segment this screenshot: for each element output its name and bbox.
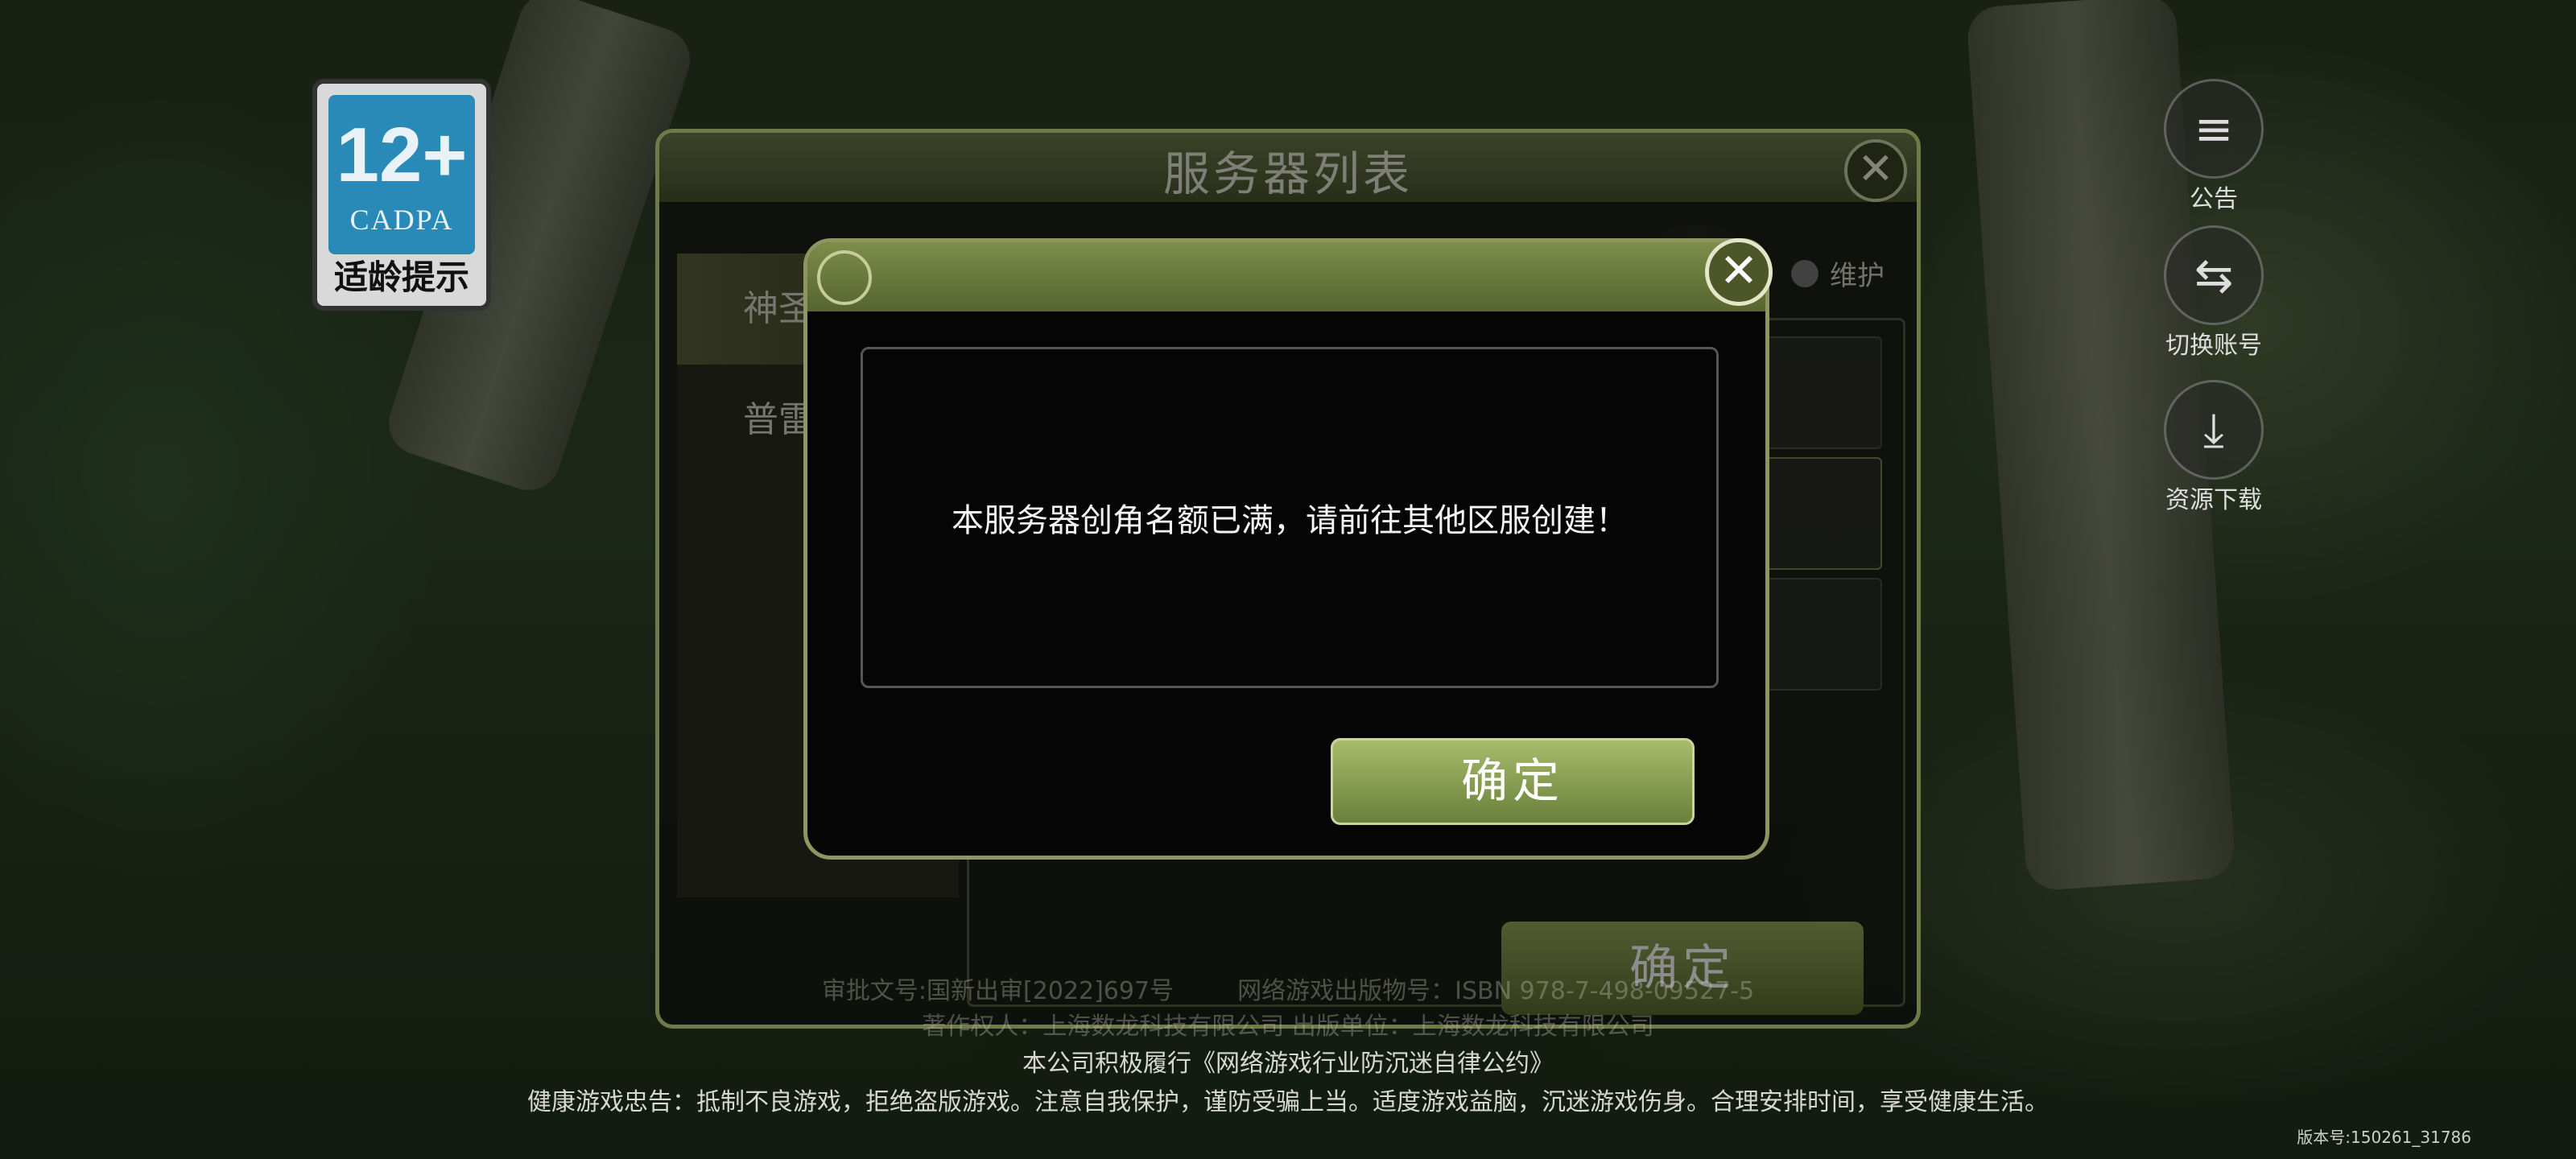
footer-approval-isbn: 审批文号:国新出审[2022]697号 网络游戏出版物号：ISBN 978-7-… [0, 971, 2576, 1006]
footer-isbn: 网络游戏出版物号：ISBN 978-7-498-09527-5 [1237, 977, 1755, 1005]
dialog-header [807, 242, 1765, 311]
alert-dialog: 本服务器创角名额已满，请前往其他区服创建！ 确定 [803, 238, 1769, 860]
dialog-close-icon[interactable]: ✕ [1705, 238, 1773, 306]
age-org: CADPA [349, 204, 454, 236]
footer-publisher: 著作权人：上海数龙科技有限公司 出版单位：上海数龙科技有限公司 [922, 1013, 1654, 1041]
ornament-icon [817, 250, 872, 305]
announcement-label: 公告 [2190, 185, 2238, 213]
announcement-icon: ≡ [2164, 79, 2264, 179]
resource-download-button[interactable]: ⤓ 资源下载 [2157, 380, 2270, 515]
footer-approval: 审批文号:国新出审[2022]697号 [821, 977, 1174, 1005]
announcement-button[interactable]: ≡ 公告 [2157, 79, 2270, 214]
footer-health-advice: 健康游戏忠告：抵制不良游戏，拒绝盗版游戏。注意自我保护，谨防受骗上当。适度游戏益… [527, 1088, 2049, 1116]
footer-pledge: 本公司积极履行《网络游戏行业防沉迷自律公约》 [1022, 1050, 1554, 1078]
switch-account-icon: ⇆ [2164, 225, 2264, 325]
download-icon: ⤓ [2164, 380, 2264, 480]
age-badge-panel: 12+ CADPA [328, 95, 475, 254]
age-hint-label: 适龄提示 [333, 258, 469, 297]
dialog-confirm-button[interactable]: 确定 [1331, 738, 1695, 825]
switch-account-label: 切换账号 [2165, 332, 2262, 360]
age-rating-badge[interactable]: 12+ CADPA 适龄提示 [312, 79, 491, 311]
dialog-message: 本服务器创角名额已满，请前往其他区服创建！ [952, 502, 1628, 539]
switch-account-button[interactable]: ⇆ 切换账号 [2157, 225, 2270, 361]
age-number: 12+ [336, 112, 468, 198]
version-label: 版本号:150261_31786 [2297, 1128, 2471, 1147]
message-box: 本服务器创角名额已满，请前往其他区服创建！ [861, 347, 1719, 688]
resource-download-label: 资源下载 [2165, 486, 2262, 514]
